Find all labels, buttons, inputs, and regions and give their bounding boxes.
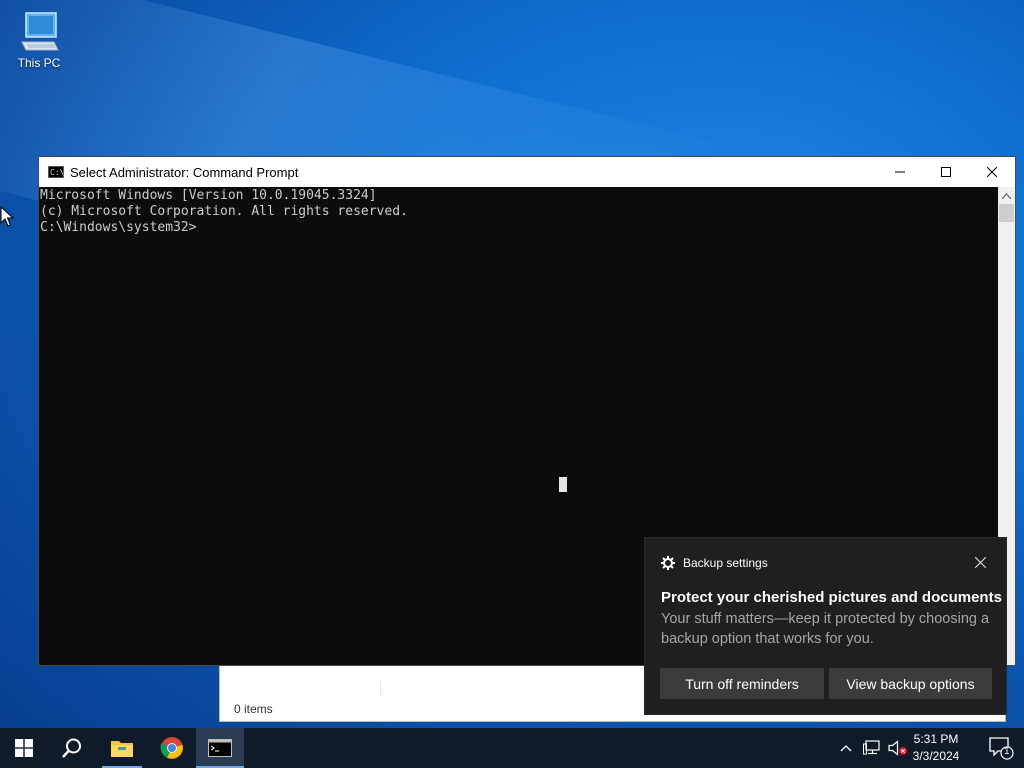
- scrollbar-thumb[interactable]: [999, 204, 1014, 222]
- console-line: Microsoft Windows [Version 10.0.19045.33…: [40, 188, 377, 203]
- toast-close-button[interactable]: [972, 554, 988, 570]
- text-cursor: [559, 477, 567, 492]
- search-icon: [62, 738, 81, 758]
- toast-app-name: Backup settings: [683, 556, 768, 570]
- scroll-up-button[interactable]: [998, 187, 1015, 204]
- maximize-button[interactable]: [923, 157, 969, 187]
- action-center-button[interactable]: 1: [988, 736, 1014, 765]
- taskbar-command-prompt[interactable]: [196, 728, 244, 768]
- chevron-up-icon: [840, 745, 852, 752]
- clock-date: 3/3/2024: [912, 749, 960, 763]
- status-bar-item-count: 0 items: [234, 702, 273, 716]
- minimize-icon: [895, 171, 905, 173]
- volume-muted-icon: [888, 740, 907, 756]
- minimize-button[interactable]: [877, 157, 923, 187]
- window-title: Select Administrator: Command Prompt: [70, 164, 299, 180]
- file-explorer-icon: [111, 741, 133, 757]
- start-icon: [15, 739, 33, 757]
- desktop-icon-label: This PC: [17, 56, 61, 70]
- chevron-up-icon: [1002, 192, 1011, 199]
- clock-time: 5:31 PM: [913, 732, 959, 746]
- command-prompt-icon: [208, 739, 232, 757]
- notification-count-badge: 1: [1004, 746, 1010, 757]
- backup-toast-notification[interactable]: Backup settings Protect your cherished p…: [644, 537, 1007, 715]
- clock[interactable]: 5:31 PM 3/3/2024: [906, 731, 966, 765]
- cursor-arrow-icon: [0, 205, 15, 227]
- start-button[interactable]: [0, 728, 48, 768]
- console-line: (c) Microsoft Corporation. All rights re…: [40, 204, 408, 219]
- this-pc-icon: [18, 10, 60, 54]
- close-button[interactable]: [969, 157, 1015, 187]
- network-icon: [863, 740, 880, 755]
- divider: [380, 681, 381, 697]
- show-hidden-icons-button[interactable]: [836, 728, 856, 768]
- mouse-pointer: [0, 205, 15, 233]
- network-status[interactable]: [860, 728, 884, 768]
- close-icon: [987, 167, 997, 177]
- notification-icon: [989, 737, 1014, 760]
- command-prompt-app-icon: C:\: [48, 166, 65, 178]
- taskbar: 5:31 PM 3/3/2024 1: [0, 728, 1024, 768]
- view-backup-options-button[interactable]: View backup options: [829, 668, 992, 699]
- console-prompt-line: C:\Windows\system32>: [40, 220, 197, 235]
- search-button[interactable]: [48, 728, 96, 768]
- maximize-icon: [941, 167, 951, 177]
- gear-icon: [661, 556, 675, 570]
- title-bar[interactable]: C:\ Select Administrator: Command Prompt: [39, 157, 1015, 187]
- toast-heading: Protect your cherished pictures and docu…: [661, 589, 1002, 606]
- taskbar-file-explorer[interactable]: [98, 728, 146, 768]
- taskbar-chrome[interactable]: [148, 728, 196, 768]
- close-icon: [974, 556, 986, 568]
- toast-body: Your stuff matters—keep it protected by …: [661, 611, 990, 647]
- desktop-icon-this-pc[interactable]: This PC: [10, 10, 68, 70]
- toast-header: Backup settings: [661, 556, 768, 570]
- chrome-icon: [160, 737, 183, 759]
- turn-off-reminders-button[interactable]: Turn off reminders: [660, 668, 824, 699]
- window-controls: [877, 157, 1015, 187]
